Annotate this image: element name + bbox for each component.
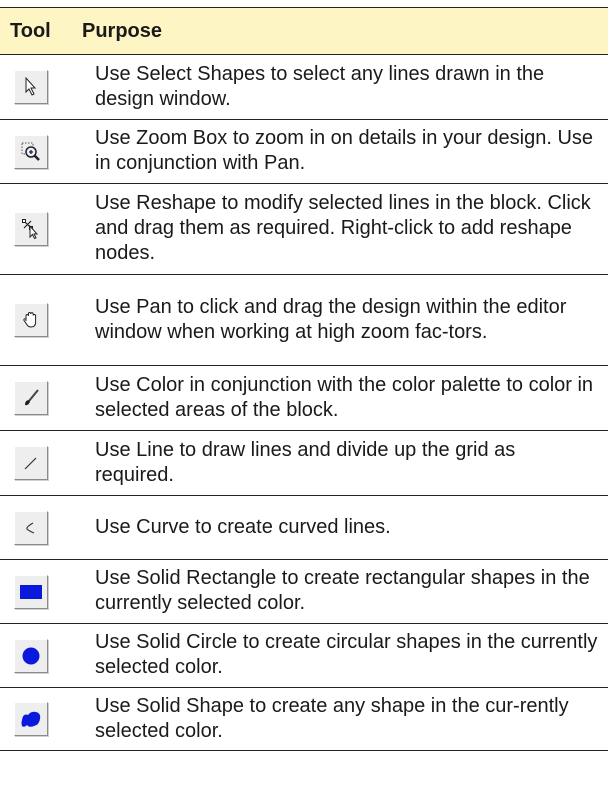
pan-hand-icon: [14, 303, 48, 337]
table-row: Use Reshape to modify selected lines in …: [0, 184, 608, 275]
tools-table: Tool Purpose Use Select Shapes to select…: [0, 7, 608, 751]
row-description: Use Line to draw lines and divide up the…: [95, 438, 516, 486]
row-description: Use Solid Shape to create any shape in t…: [95, 694, 569, 742]
row-description: Use Color in conjunction with the color …: [95, 373, 594, 421]
select-arrow-icon: [14, 70, 48, 104]
row-description: Use Select Shapes to select any lines dr…: [95, 62, 545, 110]
table-row: Use Line to draw lines and divide up the…: [0, 431, 608, 496]
solid-rectangle-icon: [14, 574, 48, 609]
curve-icon: [14, 510, 48, 545]
row-description: Use Pan to click and drag the design wit…: [95, 295, 567, 343]
table-row: Use Color in conjunction with the color …: [0, 366, 608, 431]
solid-shape-icon: [14, 702, 48, 736]
table-row: Use Zoom Box to zoom in on details in yo…: [0, 120, 608, 184]
table-row: Use Solid Rectangle to create rectangula…: [0, 560, 608, 624]
zoom-box-icon: [14, 134, 48, 169]
row-description: Use Zoom Box to zoom in on details in yo…: [95, 127, 594, 174]
table-row: Use Select Shapes to select any lines dr…: [0, 55, 608, 120]
row-description: Use Solid Circle to create circular shap…: [95, 631, 598, 678]
table-header: Tool Purpose: [0, 7, 608, 55]
header-purpose: Purpose: [82, 19, 163, 42]
table-row: Use Pan to click and drag the design wit…: [0, 275, 608, 366]
header-tool: Tool: [10, 19, 51, 42]
row-description: Use Reshape to modify selected lines in …: [95, 192, 591, 264]
line-icon: [14, 446, 48, 480]
reshape-icon: [14, 212, 48, 246]
color-brush-icon: [14, 381, 48, 415]
table-row: Use Curve to create curved lines.: [0, 496, 608, 560]
table-row: Use Solid Shape to create any shape in t…: [0, 688, 608, 751]
solid-circle-icon: [14, 638, 48, 673]
row-description: Use Curve to create curved lines.: [95, 515, 391, 538]
table-row: Use Solid Circle to create circular shap…: [0, 624, 608, 688]
row-description: Use Solid Rectangle to create rectangula…: [95, 567, 590, 614]
